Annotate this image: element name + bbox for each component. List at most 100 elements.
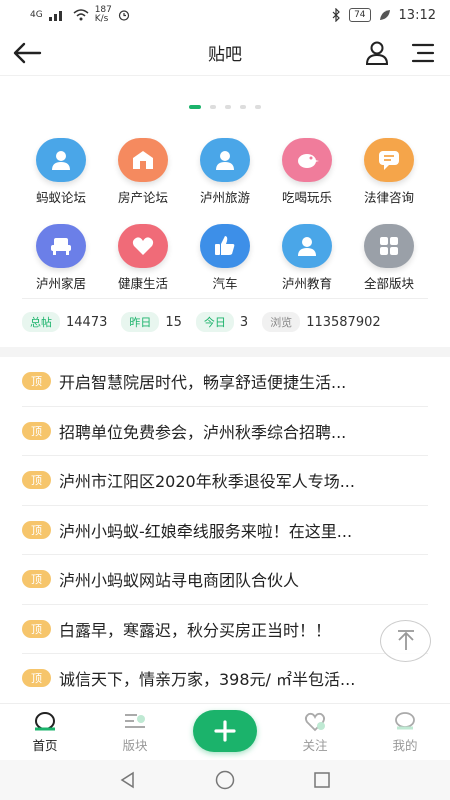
- plus-icon: [214, 720, 236, 742]
- tab-home[interactable]: 首页: [0, 704, 90, 759]
- post-title[interactable]: 白露早，寒露迟，秋分买房正当时！！: [59, 617, 331, 641]
- category-label: 健康生活: [117, 276, 168, 291]
- divider: [22, 298, 428, 299]
- category-label: 全部版块: [363, 276, 414, 291]
- post-title[interactable]: 招聘单位免费参会，泸州秋季综合招聘...: [59, 419, 346, 443]
- pinned-badge: 顶: [22, 619, 51, 638]
- grid-icon: [364, 224, 414, 268]
- category-food-fun[interactable]: 吃喝玩乐: [266, 138, 348, 206]
- list-item[interactable]: 顶 泸州小蚂蚁网站寻电商团队合伙人: [0, 555, 450, 605]
- stat-value-total: 14473: [66, 314, 108, 330]
- category-label: 吃喝玩乐: [281, 190, 332, 205]
- menu-icon[interactable]: [410, 40, 436, 66]
- category-mayi-forum[interactable]: 蚂蚁论坛: [20, 138, 102, 206]
- category-label: 蚂蚁论坛: [35, 190, 86, 205]
- pinned-badge: 顶: [22, 570, 51, 589]
- tab-mine[interactable]: 我的: [360, 704, 450, 759]
- person-icon: [200, 138, 250, 182]
- post-title[interactable]: 诚信天下，情亲万家，398元/ ㎡半包活...: [59, 666, 355, 690]
- category-label: 泸州教育: [281, 276, 332, 291]
- nav-recents-icon[interactable]: [312, 770, 332, 790]
- heart-icon: [118, 224, 168, 268]
- signal-icon: [48, 11, 62, 21]
- stat-label-yesterday: 昨日: [121, 312, 160, 332]
- back-arrow-icon[interactable]: [12, 40, 42, 66]
- battery-level: 74: [349, 8, 371, 22]
- category-all[interactable]: 全部版块: [348, 224, 430, 292]
- carousel-dot[interactable]: [240, 105, 246, 109]
- carousel-dot[interactable]: [225, 105, 231, 109]
- status-bar: 4G 187 K/s 74 13:12: [0, 0, 450, 30]
- tab-boards[interactable]: 版块: [90, 704, 180, 759]
- tab-label: 版块: [122, 737, 148, 753]
- carousel-indicator: [0, 105, 450, 109]
- tab-label: 关注: [302, 737, 328, 753]
- scroll-to-top-button[interactable]: [380, 620, 431, 662]
- category-label: 房产论坛: [117, 190, 168, 205]
- list-item[interactable]: 顶 招聘单位免费参会，泸州秋季综合招聘...: [0, 407, 450, 456]
- home-tab-icon: [35, 711, 55, 730]
- pinned-badge: 顶: [22, 520, 51, 539]
- post-title[interactable]: 泸州小蚂蚁网站寻电商团队合伙人: [59, 567, 299, 591]
- category-luzhou-home[interactable]: 泸州家居: [20, 224, 102, 292]
- category-luzhou-education[interactable]: 泸州教育: [266, 224, 348, 292]
- category-legal-advice[interactable]: 法律咨询: [348, 138, 430, 206]
- tab-label: 首页: [32, 737, 58, 753]
- category-label: 泸州旅游: [199, 190, 250, 205]
- user-icon[interactable]: [364, 40, 390, 66]
- wifi-icon: [73, 9, 89, 21]
- post-title[interactable]: 泸州市江阳区2020年秋季退役军人专场...: [59, 468, 355, 492]
- category-health-life[interactable]: 健康生活: [102, 224, 184, 292]
- nav-home-icon[interactable]: [214, 769, 236, 791]
- pinned-badge: 顶: [22, 372, 51, 391]
- post-title[interactable]: 开启智慧院居时代，畅享舒适便捷生活...: [59, 369, 346, 393]
- carousel-dot[interactable]: [255, 105, 261, 109]
- system-nav-bar: [0, 760, 450, 800]
- arrow-up-icon: [397, 630, 414, 650]
- page-title: 贴吧: [208, 45, 242, 65]
- tab-label: 我的: [392, 737, 418, 753]
- thumb-icon: [200, 224, 250, 268]
- category-car[interactable]: 汽车: [184, 224, 266, 292]
- net-speed-unit: K/s: [94, 14, 109, 24]
- pinned-badge: 顶: [22, 421, 51, 440]
- nav-back-icon[interactable]: [118, 770, 138, 790]
- person-icon: [282, 224, 332, 268]
- new-post-button[interactable]: [193, 710, 257, 752]
- alarm-icon: [118, 10, 129, 21]
- bird-icon: [282, 138, 332, 182]
- stat-label-total: 总帖: [22, 312, 60, 332]
- list-item[interactable]: 顶 泸州小蚂蚁-红娘牵线服务来啦！在这里...: [0, 506, 450, 555]
- list-item[interactable]: 顶 开启智慧院居时代，畅享舒适便捷生活...: [0, 357, 450, 407]
- carousel-dot[interactable]: [189, 105, 201, 109]
- house-icon: [118, 138, 168, 182]
- sofa-icon: [36, 224, 86, 268]
- stat-label-views: 浏览: [262, 312, 301, 332]
- forum-stats: 总帖 14473 昨日 15 今日 3 浏览 113587902: [22, 312, 432, 332]
- list-item[interactable]: 顶 诚信天下，情亲万家，398元/ ㎡半包活...: [0, 654, 450, 704]
- follow-tab-icon: [304, 712, 326, 731]
- clock: 13:12: [398, 7, 436, 23]
- stat-value-yesterday: 15: [165, 314, 182, 330]
- category-luzhou-travel[interactable]: 泸州旅游: [184, 138, 266, 206]
- stat-value-views: 113587902: [306, 314, 381, 330]
- status-right: 74 13:12: [331, 8, 436, 23]
- category-label: 汽车: [212, 276, 238, 291]
- carousel-dot[interactable]: [210, 105, 216, 109]
- network-label: 4G: [30, 10, 43, 20]
- stat-label-today: 今日: [195, 312, 234, 332]
- section-separator: [0, 347, 450, 357]
- pinned-badge: 顶: [22, 471, 51, 490]
- category-label: 泸州家居: [35, 276, 86, 291]
- pinned-badge: 顶: [22, 669, 51, 688]
- stat-value-today: 3: [239, 314, 249, 330]
- post-title[interactable]: 泸州小蚂蚁-红娘牵线服务来啦！在这里...: [59, 518, 352, 542]
- person-icon: [36, 138, 86, 182]
- category-label: 法律咨询: [363, 190, 414, 205]
- mine-tab-icon: [395, 711, 415, 729]
- tab-follow[interactable]: 关注: [270, 704, 360, 759]
- category-grid: 蚂蚁论坛 房产论坛 泸州旅游 吃喝玩乐 法律咨询 泸州家居 健康生活 汽车 泸州…: [20, 138, 430, 292]
- boards-tab-icon: [125, 713, 145, 728]
- list-item[interactable]: 顶 泸州市江阳区2020年秋季退役军人专场...: [0, 456, 450, 506]
- category-property-forum[interactable]: 房产论坛: [102, 138, 184, 206]
